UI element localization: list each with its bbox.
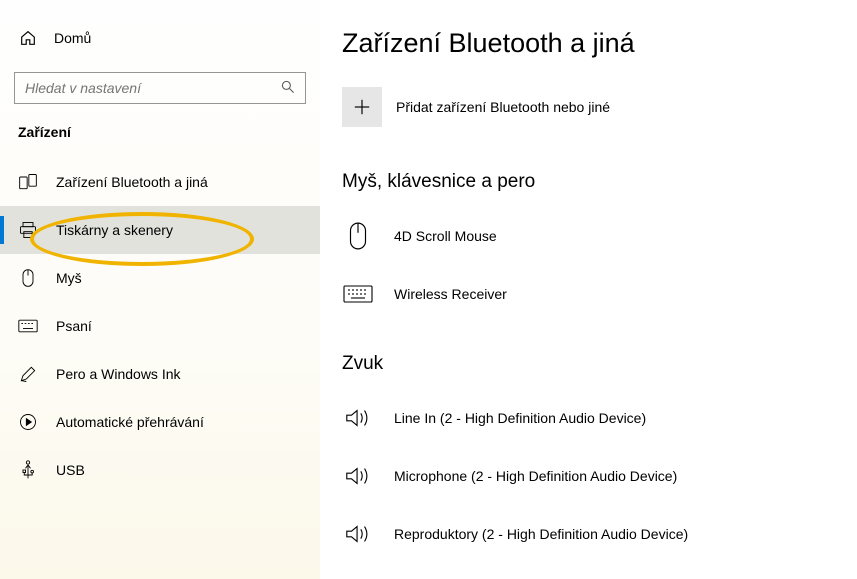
usb-icon — [18, 460, 38, 480]
section-heading-input: Myš, klávesnice a pero — [342, 171, 857, 193]
sidebar-item-label: Automatické přehrávání — [56, 414, 204, 430]
sidebar-item-label: Myš — [56, 270, 82, 286]
sidebar-item-bluetooth-devices[interactable]: Zařízení Bluetooth a jiná — [0, 158, 320, 206]
sidebar-section-title: Zařízení — [0, 124, 320, 158]
device-name: Reproduktory (2 - High Definition Audio … — [394, 526, 688, 542]
search-icon — [280, 79, 296, 95]
device-row[interactable]: Reproduktory (2 - High Definition Audio … — [342, 505, 857, 563]
device-name: Wireless Receiver — [394, 286, 507, 302]
search-input[interactable] — [14, 72, 306, 104]
home-label: Domů — [54, 30, 91, 46]
home-icon — [18, 28, 38, 48]
speaker-icon — [342, 406, 374, 430]
keyboard-icon — [342, 284, 374, 304]
settings-window: Domů Zařízení Zařízení Bluetooth a jiná — [0, 0, 857, 579]
keyboard-icon — [18, 316, 38, 336]
sidebar: Domů Zařízení Zařízení Bluetooth a jiná — [0, 0, 320, 579]
device-row[interactable]: Microphone (2 - High Definition Audio De… — [342, 447, 857, 505]
printer-icon — [18, 220, 38, 240]
add-device-button[interactable]: Přidat zařízení Bluetooth nebo jiné — [342, 87, 857, 127]
mouse-icon — [342, 221, 374, 251]
bluetooth-devices-icon — [18, 172, 38, 192]
home-nav[interactable]: Domů — [0, 28, 320, 72]
pen-icon — [18, 364, 38, 384]
device-row[interactable]: 4D Scroll Mouse — [342, 207, 857, 265]
autoplay-icon — [18, 412, 38, 432]
plus-icon — [342, 87, 382, 127]
page-title: Zařízení Bluetooth a jiná — [342, 28, 857, 59]
device-name: 4D Scroll Mouse — [394, 228, 497, 244]
sidebar-nav: Zařízení Bluetooth a jiná Tiskárny a ske… — [0, 158, 320, 494]
sidebar-item-label: Tiskárny a skenery — [56, 222, 173, 238]
speaker-icon — [342, 464, 374, 488]
sidebar-item-label: USB — [56, 462, 85, 478]
device-name: Microphone (2 - High Definition Audio De… — [394, 468, 677, 484]
search-container — [14, 72, 306, 104]
sidebar-item-typing[interactable]: Psaní — [0, 302, 320, 350]
sidebar-item-usb[interactable]: USB — [0, 446, 320, 494]
speaker-icon — [342, 522, 374, 546]
sidebar-item-mouse[interactable]: Myš — [0, 254, 320, 302]
sidebar-item-label: Pero a Windows Ink — [56, 366, 181, 382]
device-row[interactable]: Line In (2 - High Definition Audio Devic… — [342, 389, 857, 447]
mouse-icon — [18, 268, 38, 288]
sidebar-item-label: Psaní — [56, 318, 92, 334]
section-heading-sound: Zvuk — [342, 353, 857, 375]
sidebar-item-printers-scanners[interactable]: Tiskárny a skenery — [0, 206, 320, 254]
add-device-label: Přidat zařízení Bluetooth nebo jiné — [396, 99, 610, 115]
sidebar-item-pen-ink[interactable]: Pero a Windows Ink — [0, 350, 320, 398]
sidebar-item-autoplay[interactable]: Automatické přehrávání — [0, 398, 320, 446]
sidebar-item-label: Zařízení Bluetooth a jiná — [56, 174, 208, 190]
main-panel: Zařízení Bluetooth a jiná Přidat zařízen… — [320, 0, 857, 579]
device-name: Line In (2 - High Definition Audio Devic… — [394, 410, 646, 426]
device-row[interactable]: Wireless Receiver — [342, 265, 857, 323]
